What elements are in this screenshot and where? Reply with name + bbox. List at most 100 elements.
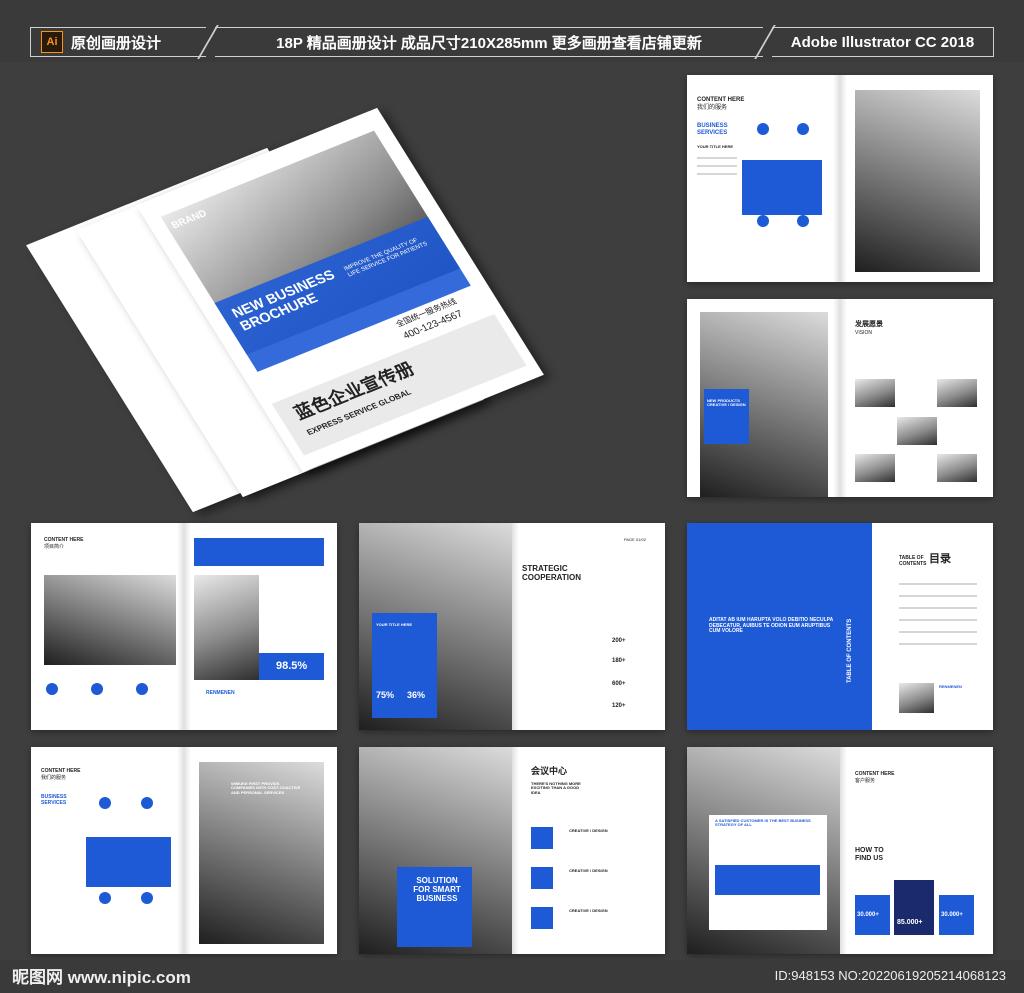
blue-header-bar (194, 538, 324, 566)
services-quote: WIMUKE FIRST PROVIDS COMPANIES WITH COST… (231, 781, 301, 795)
service-icon (797, 123, 809, 135)
toc-line (899, 631, 977, 633)
glass-pyramid-photo (194, 575, 259, 680)
feature-icon (91, 683, 103, 695)
products-label: NEW PRODUCTS CREATIVE / DESIGN (707, 398, 746, 408)
stat-value: 98.5% (276, 660, 308, 672)
content-cn: 客户服务 (855, 778, 876, 784)
service-icon (141, 797, 153, 809)
spread-fold (833, 299, 847, 497)
spread-business-services: CONTENT HERE 我们的服务 BUSINESS SERVICES YOU… (687, 75, 993, 282)
illustrator-icon: Ai (41, 31, 63, 53)
stat-box-highlight (894, 880, 934, 935)
image-id: ID:948153 NO:20220619205214068123 (774, 968, 1006, 983)
creative-icon-box (531, 867, 553, 889)
toc-line (899, 595, 977, 597)
service-icon (797, 215, 809, 227)
number-1: 200+ (612, 638, 626, 644)
spread-meeting: SOLUTION FOR SMART BUSINESS 会议中心 THERE'S… (359, 747, 665, 954)
toc-line (899, 619, 977, 621)
building-photo (855, 90, 980, 272)
toc-thumb (899, 683, 934, 713)
spread-vision: NEW PRODUCTS CREATIVE / DESIGN 发展愿景 VISI… (687, 299, 993, 497)
blue-service-box (86, 837, 171, 887)
spread-fold (177, 523, 191, 730)
feature-icon (136, 683, 148, 695)
text-line (697, 157, 737, 159)
service-icon (99, 892, 111, 904)
spread-clients: A SATISFIED CUSTOMER IS THE BEST BUSINES… (687, 747, 993, 954)
content-cn: 我们的服务 (697, 105, 728, 111)
center-label-box: 18P 精品画册设计 成品尺寸210X285mm 更多画册查看店铺更新 (215, 27, 763, 57)
meeting-cn: 会议中心 (531, 766, 568, 776)
service-icon (757, 123, 769, 135)
content-heading: CONTENT HERE (697, 97, 745, 103)
creative-label: CREATIVE / DESIGN (569, 868, 608, 873)
spread-fold (177, 747, 191, 954)
number-2: 180+ (612, 658, 626, 664)
left-label: 原创画册设计 (71, 34, 162, 52)
right-label: Adobe Illustrator CC 2018 (790, 33, 975, 51)
spread-strategic: YOUR TITLE HERE 75% 36% PAGE 01/02 STRAT… (359, 523, 665, 730)
content-heading: CONTENT HERE (44, 537, 84, 543)
spread-content-profile: CONTENT HERE 项目简介 98.5% RENMENEN (31, 523, 337, 730)
thumb-photo (937, 454, 977, 482)
satisfied-quote: A SATISFIED CUSTOMER IS THE BEST BUSINES… (715, 818, 811, 828)
nipic-logo: 昵图网 www.nipic.com (12, 968, 191, 987)
cover-stack: BRAND NEW BUSINESS BROCHURE IMPROVE THE … (26, 80, 620, 513)
solution-title: SOLUTION FOR SMART BUSINESS (413, 876, 461, 903)
page-number: PAGE 01/02 (624, 537, 646, 542)
blue-service-box (742, 160, 822, 215)
renmen-label: RENMENEN (939, 684, 962, 689)
toc-cn: 目录 (929, 553, 951, 565)
vision-cn: 发展愿景 (855, 321, 883, 328)
services-heading: BUSINESS SERVICES (697, 123, 728, 136)
find-us: HOW TO FIND US (855, 847, 884, 862)
toc-vertical-title: TABLE OF CONTENTS (847, 618, 853, 683)
blue-feature-band (715, 865, 820, 895)
spread-services-2: CONTENT HERE 我们的服务 BUSINESS SERVICES WIM… (31, 747, 337, 954)
center-label: 18P 精品画册设计 成品尺寸210X285mm 更多画册查看店铺更新 (276, 34, 702, 52)
stat-3: 30.000+ (941, 912, 963, 918)
text-line (697, 165, 737, 167)
toc-line (899, 583, 977, 585)
creative-label: CREATIVE / DESIGN (569, 908, 608, 913)
number-4: 120+ (612, 703, 626, 709)
thumb-photo (937, 379, 977, 407)
creative-label: CREATIVE / DESIGN (569, 828, 608, 833)
strategic-title: STRATEGIC COOPERATION (522, 564, 581, 582)
toc-quote: ADITAT AB IUM HARUPTA VOLO DEBITIO NECUL… (709, 617, 834, 634)
spread-toc: ADITAT AB IUM HARUPTA VOLO DEBITIO NECUL… (687, 523, 993, 730)
your-title: YOUR TITLE HERE (697, 144, 734, 149)
thumb-photo (855, 454, 895, 482)
stat-2: 36% (407, 690, 426, 700)
content-heading: CONTENT HERE (41, 768, 81, 774)
number-3: 600+ (612, 681, 626, 687)
feature-icon (46, 683, 58, 695)
toc-line (899, 643, 977, 645)
service-icon (757, 215, 769, 227)
service-icon (141, 892, 153, 904)
stat-2: 85.000+ (897, 919, 923, 926)
text-line (697, 173, 737, 175)
services-heading: BUSINESS SERVICES (41, 794, 67, 806)
spread-fold (833, 75, 847, 282)
toc-line (899, 607, 977, 609)
interior-photo (44, 575, 176, 665)
service-icon (99, 797, 111, 809)
blue-stats-panel (372, 613, 437, 718)
stat-1: 75% (376, 690, 395, 700)
renmen-label: RENMENEN (206, 690, 235, 696)
creative-icon-box (531, 907, 553, 929)
creative-icon-box (531, 827, 553, 849)
left-label-box: Ai 原创画册设计 (30, 27, 206, 57)
vision-en: VISION (855, 330, 872, 336)
your-title: YOUR TITLE HERE (376, 622, 413, 627)
stat-1: 30.000+ (857, 912, 879, 918)
thumb-photo (855, 379, 895, 407)
content-heading: CONTENT HERE (855, 771, 895, 777)
content-cn: 我们的服务 (41, 775, 67, 781)
thumb-photo (897, 417, 937, 445)
right-label-box: Adobe Illustrator CC 2018 (772, 27, 994, 57)
content-cn: 项目简介 (44, 544, 65, 550)
